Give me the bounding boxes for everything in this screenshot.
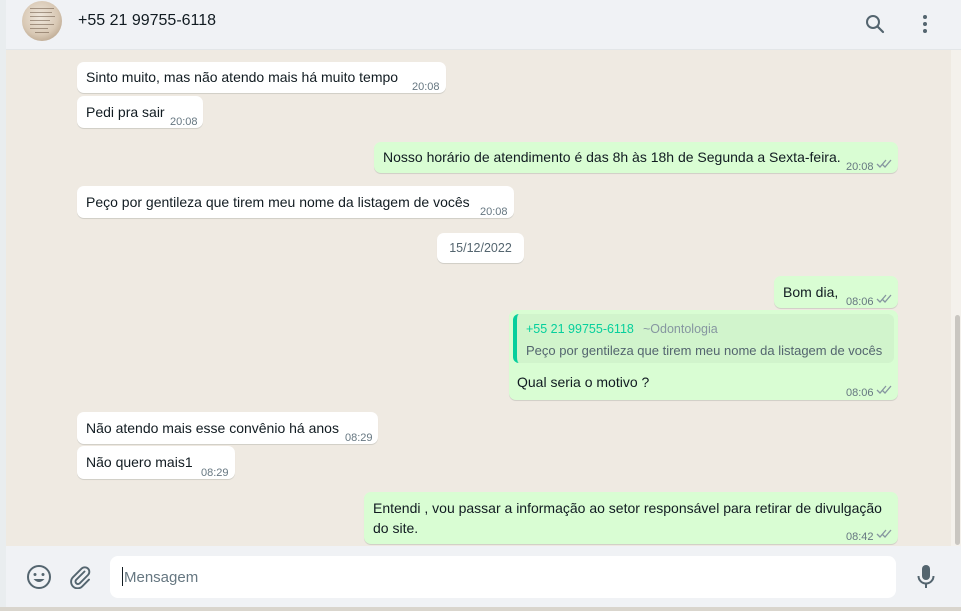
double-check-icon bbox=[876, 385, 892, 394]
message-outgoing-reply[interactable]: +55 21 99755-6118 ~Odontologia Peço por … bbox=[509, 310, 898, 400]
double-check-icon bbox=[876, 529, 892, 538]
message-outgoing[interactable]: Entendi , vou passar a informação ao set… bbox=[364, 492, 898, 544]
composer bbox=[6, 546, 961, 611]
message-time: 20:08 bbox=[412, 81, 440, 93]
attach-icon[interactable] bbox=[66, 563, 94, 591]
message-time: 08:42 bbox=[846, 531, 874, 543]
date-separator: 15/12/2022 bbox=[437, 233, 524, 263]
message-text: Qual seria o motivo ? bbox=[517, 374, 650, 390]
message-incoming[interactable]: Não quero mais1 08:29 bbox=[77, 446, 235, 479]
message-time: 08:29 bbox=[345, 432, 373, 444]
text-caret bbox=[122, 567, 123, 586]
avatar[interactable] bbox=[22, 1, 62, 41]
double-check-icon bbox=[876, 294, 892, 303]
menu-icon[interactable] bbox=[911, 10, 939, 38]
message-text: Não quero mais1 bbox=[86, 454, 193, 470]
message-text: Sinto muito, mas não atendo mais há muit… bbox=[86, 69, 399, 85]
message-incoming[interactable]: Peço por gentileza que tirem meu nome da… bbox=[77, 186, 514, 218]
message-time: 20:08 bbox=[480, 206, 508, 218]
message-text: Bom dia, bbox=[783, 284, 839, 300]
message-incoming[interactable]: Pedi pra sair 20:08 bbox=[77, 96, 203, 128]
message-time: 20:08 bbox=[170, 116, 198, 128]
scrollbar-thumb[interactable] bbox=[955, 315, 960, 545]
search-icon[interactable] bbox=[861, 10, 889, 38]
chat-header: +55 21 99755-6118 bbox=[6, 0, 961, 50]
message-outgoing[interactable]: Bom dia, 08:06 bbox=[774, 276, 898, 308]
quoted-message[interactable]: +55 21 99755-6118 ~Odontologia Peço por … bbox=[513, 314, 894, 363]
quoted-text: Peço por gentileza que tirem meu nome da… bbox=[526, 343, 883, 358]
message-incoming[interactable]: Não atendo mais esse convênio há anos 08… bbox=[77, 412, 378, 444]
message-input-box[interactable] bbox=[110, 556, 896, 598]
message-text: Peço por gentileza que tirem meu nome da… bbox=[86, 194, 470, 210]
quoted-author: +55 21 99755-6118 bbox=[526, 322, 634, 336]
message-input[interactable] bbox=[122, 556, 886, 598]
double-check-icon bbox=[876, 159, 892, 168]
quoted-alias: ~Odontologia bbox=[643, 322, 718, 336]
message-text: Não atendo mais esse convênio há anos bbox=[86, 420, 339, 436]
message-outgoing[interactable]: Nosso horário de atendimento é das 8h às… bbox=[374, 142, 898, 173]
contact-name[interactable]: +55 21 99755-6118 bbox=[78, 12, 216, 30]
message-time: 08:06 bbox=[846, 387, 874, 399]
message-time: 08:29 bbox=[201, 467, 229, 479]
window-bottom-edge bbox=[0, 607, 961, 611]
mic-icon[interactable] bbox=[912, 563, 940, 591]
message-text: Pedi pra sair bbox=[86, 104, 165, 120]
emoji-icon[interactable] bbox=[25, 563, 53, 591]
message-text: Entendi , vou passar a informação ao set… bbox=[373, 500, 882, 536]
message-time: 20:08 bbox=[846, 161, 874, 173]
message-list[interactable]: Sinto muito, mas não atendo mais há muit… bbox=[6, 50, 951, 546]
message-text: Nosso horário de atendimento é das 8h às… bbox=[383, 149, 841, 165]
message-incoming[interactable]: Sinto muito, mas não atendo mais há muit… bbox=[77, 62, 446, 93]
